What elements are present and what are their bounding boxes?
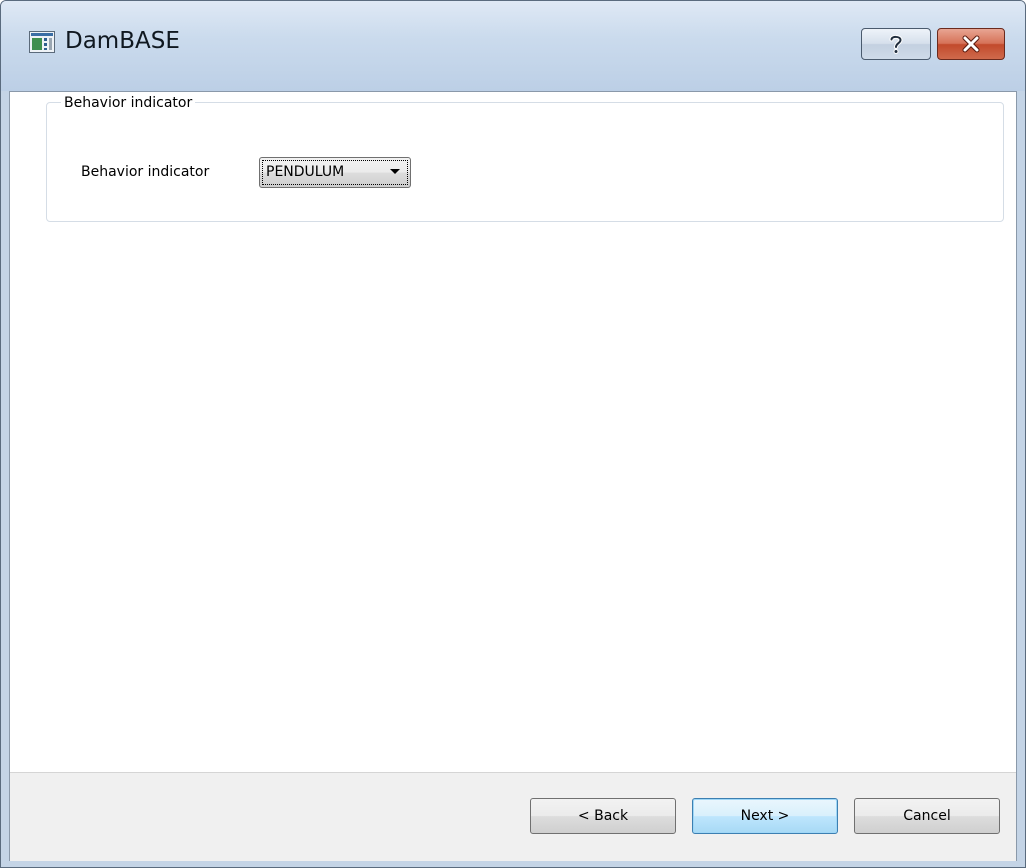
combobox-selected-value: PENDULUM (266, 164, 345, 180)
behavior-indicator-combobox[interactable]: PENDULUM (259, 157, 411, 188)
groupbox-title: Behavior indicator (61, 94, 196, 112)
wizard-page: Behavior indicator Behavior indicator PE… (9, 91, 1017, 861)
close-icon (962, 35, 980, 53)
app-window-icon (29, 31, 55, 53)
chevron-down-icon[interactable] (390, 169, 400, 174)
help-button[interactable] (861, 28, 931, 60)
title-bar[interactable]: DamBASE (1, 1, 1025, 91)
close-button[interactable] (937, 28, 1005, 60)
back-button[interactable]: < Back (530, 798, 676, 834)
behavior-indicator-label: Behavior indicator (81, 164, 210, 180)
next-button[interactable]: Next > (692, 798, 838, 834)
window-title: DamBASE (65, 28, 180, 54)
help-icon (889, 34, 903, 54)
cancel-button[interactable]: Cancel (854, 798, 1000, 834)
dialog-window: DamBASE Behavior indicator Behavior indi… (0, 0, 1026, 868)
wizard-footer: < Back Next > Cancel (10, 772, 1016, 861)
behavior-indicator-groupbox: Behavior indicator Behavior indicator PE… (46, 94, 1004, 222)
